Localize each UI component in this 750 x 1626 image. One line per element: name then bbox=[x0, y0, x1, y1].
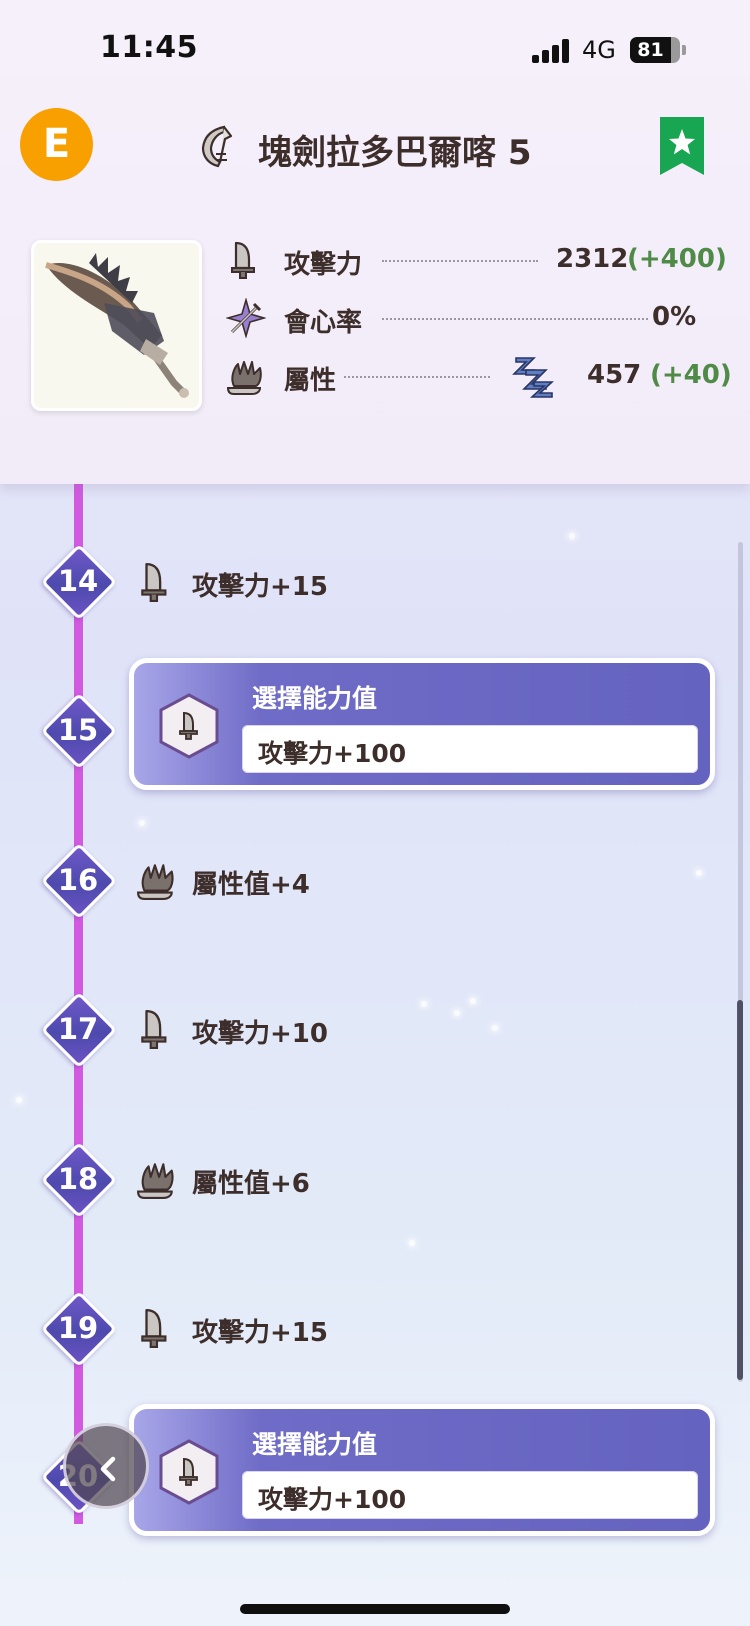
sparkle bbox=[454, 1010, 460, 1016]
home-indicator[interactable] bbox=[240, 1604, 510, 1614]
bonus-text: 屬性值+4 bbox=[192, 870, 310, 900]
bonus-text: 攻擊力+10 bbox=[192, 1019, 328, 1049]
level-number: 19 bbox=[57, 1311, 99, 1345]
stat-affinity: 會心率 0% bbox=[222, 294, 718, 342]
attack-icon bbox=[159, 693, 219, 759]
stat-attack: 攻擊力 2312 (+400) bbox=[222, 236, 727, 284]
element-icon bbox=[137, 1163, 174, 1199]
sleep-element-icon bbox=[512, 357, 554, 398]
level-node-16: 16 bbox=[40, 842, 118, 920]
battery-level: 81 bbox=[637, 39, 664, 61]
attack-icon bbox=[141, 562, 167, 602]
sparkle bbox=[569, 533, 575, 539]
select-stat-card-15[interactable]: 選擇能力值 攻擊力+100 bbox=[129, 658, 715, 790]
level-number: 16 bbox=[57, 863, 99, 897]
element-value: 457 bbox=[587, 360, 642, 390]
attack-icon bbox=[231, 241, 255, 279]
rank-badge: E bbox=[20, 108, 93, 181]
sparkle bbox=[421, 1001, 427, 1007]
status-time: 11:45 bbox=[100, 30, 198, 65]
selected-stat: 攻擊力+100 bbox=[258, 1485, 407, 1514]
level-node-19: 19 bbox=[40, 1290, 118, 1368]
signal-icon bbox=[532, 39, 572, 63]
sparkle bbox=[470, 998, 476, 1004]
leader-dots bbox=[382, 260, 538, 262]
leader-dots bbox=[382, 318, 648, 320]
back-button[interactable] bbox=[63, 1423, 149, 1509]
stat-element: 屬性 457 (+40) bbox=[222, 352, 732, 400]
sparkle bbox=[139, 820, 145, 826]
element-label: 屬性 bbox=[284, 366, 337, 396]
attack-icon bbox=[141, 1308, 167, 1348]
scrollbar-thumb[interactable] bbox=[737, 1000, 743, 1380]
attack-value: 2312 bbox=[556, 244, 629, 274]
select-title: 選擇能力值 bbox=[252, 684, 378, 713]
affinity-value: 0% bbox=[652, 302, 697, 332]
weapon-image bbox=[31, 240, 202, 411]
level-number: 15 bbox=[57, 713, 99, 747]
element-bonus: (+40) bbox=[650, 360, 732, 390]
sparkle bbox=[492, 1025, 498, 1031]
stat-select-field[interactable]: 攻擊力+100 bbox=[242, 1471, 698, 1519]
sparkle bbox=[696, 870, 702, 876]
battery-tip bbox=[682, 45, 686, 55]
chevron-left-icon bbox=[100, 1456, 116, 1482]
level-number: 18 bbox=[57, 1162, 99, 1196]
level-node-14: 14 bbox=[40, 543, 118, 621]
sparkle bbox=[16, 1097, 22, 1103]
level-node-15: 15 bbox=[40, 692, 118, 770]
element-icon bbox=[137, 864, 174, 900]
attack-bonus: (+400) bbox=[627, 244, 727, 274]
level-node-17: 17 bbox=[40, 991, 118, 1069]
star-bookmark-icon[interactable] bbox=[660, 117, 704, 175]
level-number: 14 bbox=[57, 564, 99, 598]
selected-stat: 攻擊力+100 bbox=[258, 739, 407, 768]
bonus-text: 屬性值+6 bbox=[192, 1169, 310, 1199]
affinity-label: 會心率 bbox=[284, 308, 363, 338]
weapon-name: 塊劍拉多巴爾喀 5 bbox=[258, 133, 532, 173]
attack-icon bbox=[141, 1009, 167, 1049]
select-title: 選擇能力值 bbox=[252, 1430, 378, 1459]
stat-select-field[interactable]: 攻擊力+100 bbox=[242, 725, 698, 773]
battery-icon: 81 bbox=[630, 37, 680, 63]
sparkle bbox=[409, 1240, 415, 1246]
attack-icon bbox=[159, 1439, 219, 1505]
affinity-icon bbox=[226, 298, 266, 338]
level-node-18: 18 bbox=[40, 1141, 118, 1219]
leader-dots bbox=[344, 376, 490, 378]
network-type: 4G bbox=[582, 36, 616, 64]
bonus-text: 攻擊力+15 bbox=[192, 572, 328, 602]
element-icon bbox=[226, 361, 262, 395]
attack-label: 攻擊力 bbox=[284, 250, 363, 280]
level-number: 17 bbox=[57, 1012, 99, 1046]
select-stat-card-20[interactable]: 選擇能力值 攻擊力+100 bbox=[129, 1404, 715, 1536]
bonus-text: 攻擊力+15 bbox=[192, 1318, 328, 1348]
greatsword-icon bbox=[198, 124, 238, 168]
